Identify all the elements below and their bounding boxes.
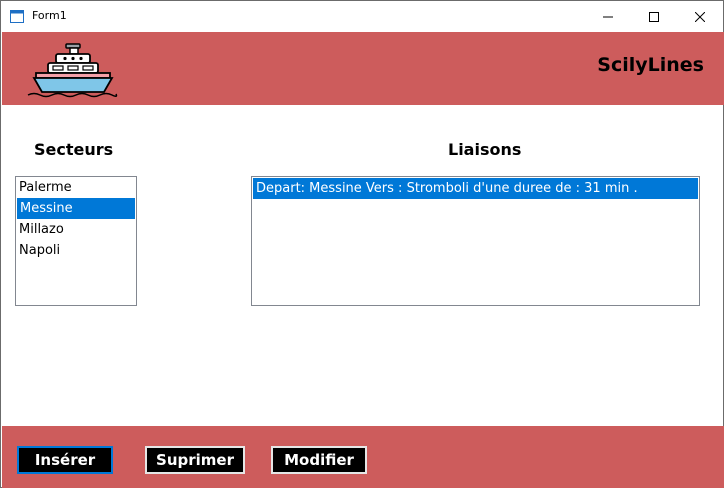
window-title: Form1 bbox=[32, 9, 67, 22]
main-window: Form1 ScilyLines Secteurs Liaisons Paler… bbox=[0, 0, 724, 488]
close-button[interactable] bbox=[677, 1, 723, 32]
maximize-icon bbox=[649, 11, 659, 22]
maximize-button[interactable] bbox=[631, 1, 677, 32]
suprimer-button[interactable]: Suprimer bbox=[145, 446, 245, 474]
close-icon bbox=[695, 11, 705, 22]
secteur-item-messine[interactable]: Messine bbox=[17, 198, 135, 219]
secteur-item-palerme[interactable]: Palerme bbox=[16, 177, 136, 198]
brand-title: ScilyLines bbox=[597, 54, 704, 76]
inserer-button[interactable]: Insérer bbox=[17, 446, 113, 474]
modifier-button[interactable]: Modifier bbox=[271, 446, 367, 474]
minimize-icon bbox=[603, 16, 613, 17]
secteurs-listbox[interactable]: Palerme Messine Millazo Napoli bbox=[15, 176, 137, 306]
form-icon bbox=[10, 10, 24, 23]
footer-band: Insérer Suprimer Modifier bbox=[2, 426, 724, 488]
secteur-item-napoli[interactable]: Napoli bbox=[16, 240, 136, 261]
secteur-item-millazo[interactable]: Millazo bbox=[16, 219, 136, 240]
liaisons-heading: Liaisons bbox=[448, 140, 522, 159]
liaisons-listbox[interactable]: Depart: Messine Vers : Stromboli d'une d… bbox=[251, 176, 700, 306]
ship-icon bbox=[27, 43, 118, 98]
minimize-button[interactable] bbox=[585, 1, 631, 32]
header-band: ScilyLines bbox=[2, 32, 724, 105]
secteurs-heading: Secteurs bbox=[34, 140, 114, 159]
title-bar[interactable]: Form1 bbox=[1, 1, 723, 32]
liaison-item[interactable]: Depart: Messine Vers : Stromboli d'une d… bbox=[253, 178, 698, 199]
